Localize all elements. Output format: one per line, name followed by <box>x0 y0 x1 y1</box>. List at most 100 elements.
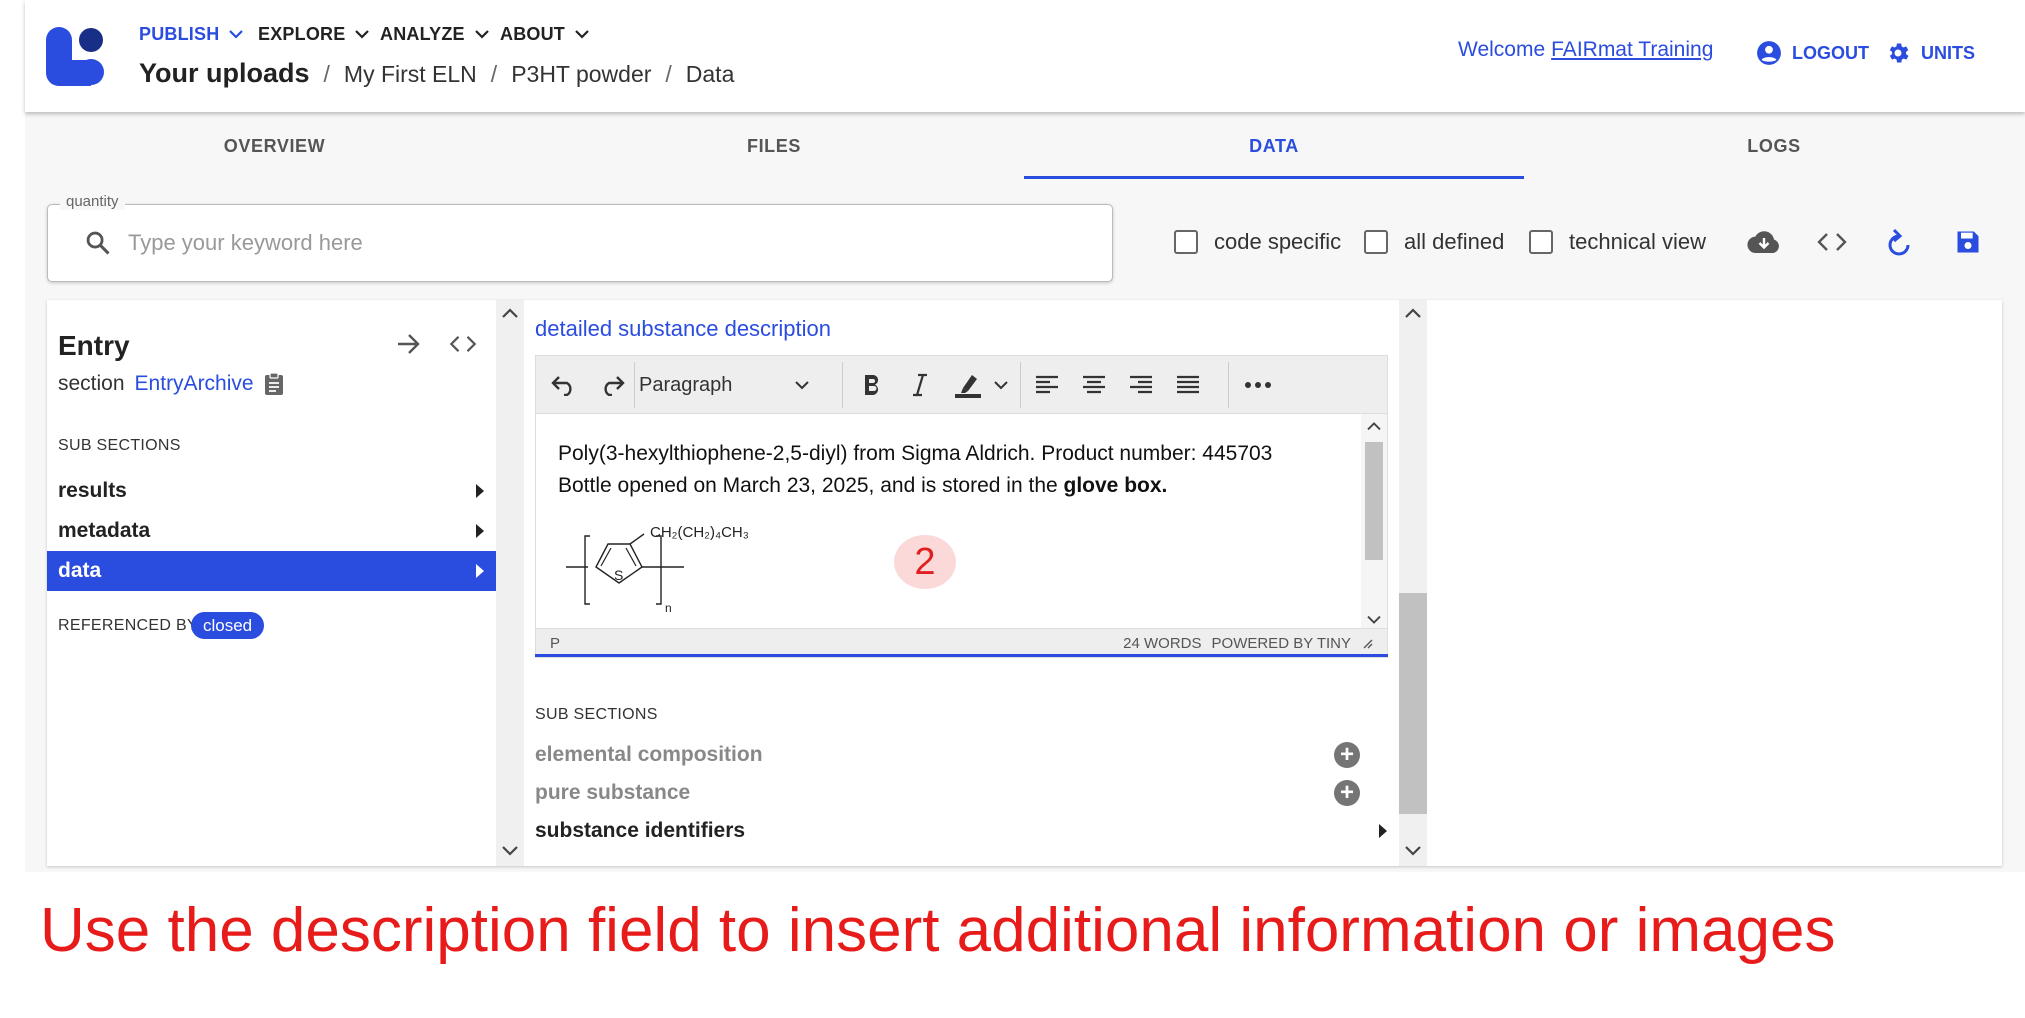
tab-indicator <box>1024 176 1524 179</box>
sulfur-label: S <box>614 567 623 583</box>
description-field-label: detailed substance description <box>535 316 831 341</box>
logout-button[interactable]: LOGOUT <box>1756 40 1869 66</box>
justify-button[interactable] <box>1172 369 1204 401</box>
all-defined-checkbox[interactable]: all defined <box>1364 229 1504 255</box>
logout-label: LOGOUT <box>1792 42 1869 63</box>
add-icon[interactable]: + <box>1334 780 1360 806</box>
redo-icon <box>604 376 625 396</box>
tutorial-caption: Use the description field to insert addi… <box>40 896 1836 965</box>
element-path[interactable]: P <box>550 635 560 652</box>
chevron-down-icon[interactable] <box>994 381 1008 390</box>
nav-analyze[interactable]: ANALYZE <box>380 22 489 46</box>
nav-about[interactable]: ABOUT <box>500 22 589 46</box>
tab-data[interactable]: DATA <box>1024 112 1524 180</box>
reload-button[interactable] <box>1883 225 1917 259</box>
code-specific-checkbox[interactable]: code specific <box>1174 229 1341 255</box>
justify-icon <box>1177 375 1199 394</box>
block-format-select[interactable]: Paragraph <box>639 370 809 400</box>
breadcrumb-item: Data <box>685 61 735 87</box>
technical-view-checkbox[interactable]: technical view <box>1529 229 1706 255</box>
subsection-substance-identifiers[interactable]: substance identifiers <box>535 813 1387 849</box>
middle-pane-scrollbar[interactable] <box>1399 300 1427 866</box>
tab-overview[interactable]: OVERVIEW <box>25 112 524 180</box>
more-button[interactable] <box>1242 369 1274 401</box>
align-right-button[interactable] <box>1125 369 1157 401</box>
add-icon[interactable]: + <box>1334 742 1360 768</box>
chevron-down-icon <box>474 29 489 39</box>
gear-icon <box>1889 43 1909 63</box>
code-icon <box>1817 233 1847 251</box>
code-view-button[interactable] <box>1815 225 1849 259</box>
subsection-label: pure substance <box>535 781 691 804</box>
code-icon[interactable] <box>448 335 478 353</box>
reload-icon <box>1888 228 1910 256</box>
subsections-header: SUB SECTIONS <box>535 706 658 723</box>
step-number-badge: 2 <box>894 535 956 589</box>
tab-logs[interactable]: LOGS <box>1524 112 2024 180</box>
nav-explore-label: EXPLORE <box>258 24 346 44</box>
closed-badge[interactable]: closed <box>191 612 265 639</box>
breadcrumb-item[interactable]: P3HT powder <box>511 61 651 88</box>
align-left-button[interactable] <box>1031 369 1063 401</box>
nav-explore[interactable]: EXPLORE <box>258 22 370 46</box>
units-button[interactable]: UNITS <box>1885 40 1975 66</box>
subsection-label: data <box>58 559 102 582</box>
subsection-pure-substance[interactable]: pure substance + <box>535 775 1360 811</box>
save-button[interactable] <box>1951 225 1985 259</box>
chevron-down-icon[interactable] <box>502 844 518 858</box>
account-circle-icon <box>1757 41 1781 65</box>
word-count[interactable]: 24 WORDS <box>1123 635 1201 652</box>
breadcrumb-separator: / <box>665 61 672 87</box>
nav-publish[interactable]: PUBLISH <box>139 22 244 46</box>
editor-scroll-thumb[interactable] <box>1365 442 1383 560</box>
arrow-right-icon[interactable] <box>396 333 422 355</box>
chevron-up-icon[interactable] <box>502 306 518 320</box>
breadcrumb-root[interactable]: Your uploads <box>139 58 310 89</box>
highlight-button[interactable] <box>950 369 986 401</box>
checkbox-box[interactable] <box>1364 230 1388 254</box>
editor-content[interactable]: Poly(3-hexylthiophene-2,5-diyl) from Sig… <box>558 438 1358 502</box>
highlighter-icon <box>955 375 981 398</box>
chevron-up-icon[interactable] <box>1405 306 1421 320</box>
clipboard-icon[interactable] <box>264 372 284 396</box>
chevron-down-icon[interactable] <box>1367 614 1381 626</box>
middle-scroll-thumb[interactable] <box>1399 593 1427 814</box>
caret-right-icon <box>476 564 484 578</box>
toolbar-separator <box>1228 362 1229 408</box>
bold-button[interactable] <box>856 369 888 401</box>
nomad-logo[interactable] <box>45 26 107 88</box>
subsection-metadata[interactable]: metadata <box>47 511 496 551</box>
toolbar-separator <box>1020 362 1021 408</box>
app-bar: PUBLISH EXPLORE ANALYZE ABOUT Your uploa… <box>25 0 2025 112</box>
tab-files[interactable]: FILES <box>524 112 1024 180</box>
section-link[interactable]: EntryArchive <box>135 372 254 396</box>
checkbox-box[interactable] <box>1529 230 1553 254</box>
redo-button[interactable] <box>596 369 628 401</box>
undo-button[interactable] <box>548 369 580 401</box>
align-center-button[interactable] <box>1078 369 1110 401</box>
breadcrumb-item[interactable]: My First ELN <box>344 61 477 88</box>
chevron-down-icon <box>355 29 370 39</box>
search-input[interactable] <box>128 226 1088 260</box>
subsection-elemental-composition[interactable]: elemental composition + <box>535 737 1360 773</box>
left-pane-scrollbar[interactable] <box>496 300 524 866</box>
download-button[interactable] <box>1747 225 1781 259</box>
breadcrumb-separator: / <box>323 61 330 87</box>
align-center-icon <box>1083 375 1105 394</box>
chevron-up-icon[interactable] <box>1367 420 1381 432</box>
resize-handle-icon[interactable] <box>1361 637 1373 649</box>
powered-by[interactable]: POWERED BY TINY <box>1212 635 1351 652</box>
italic-button[interactable] <box>904 369 936 401</box>
repeat-unit-label: n <box>665 601 672 615</box>
chevron-down-icon[interactable] <box>1405 844 1421 858</box>
rich-text-editor[interactable]: Paragraph Poly(3-hexylthiophene-2,5-diyl… <box>535 355 1388 658</box>
subsection-results[interactable]: results <box>47 471 496 511</box>
editor-scrollbar[interactable] <box>1361 414 1387 636</box>
checkbox-box[interactable] <box>1174 230 1198 254</box>
subsection-data[interactable]: data <box>47 551 496 591</box>
p3ht-structure-image[interactable]: CH₂(CH₂)₄CH₃ S n <box>566 520 786 615</box>
breadcrumb-separator: / <box>490 61 498 87</box>
user-link[interactable]: FAIRmat Training <box>1551 38 1713 62</box>
more-horizontal-icon <box>1245 382 1271 388</box>
side-chain-label: CH₂(CH₂)₄CH₃ <box>650 524 749 541</box>
